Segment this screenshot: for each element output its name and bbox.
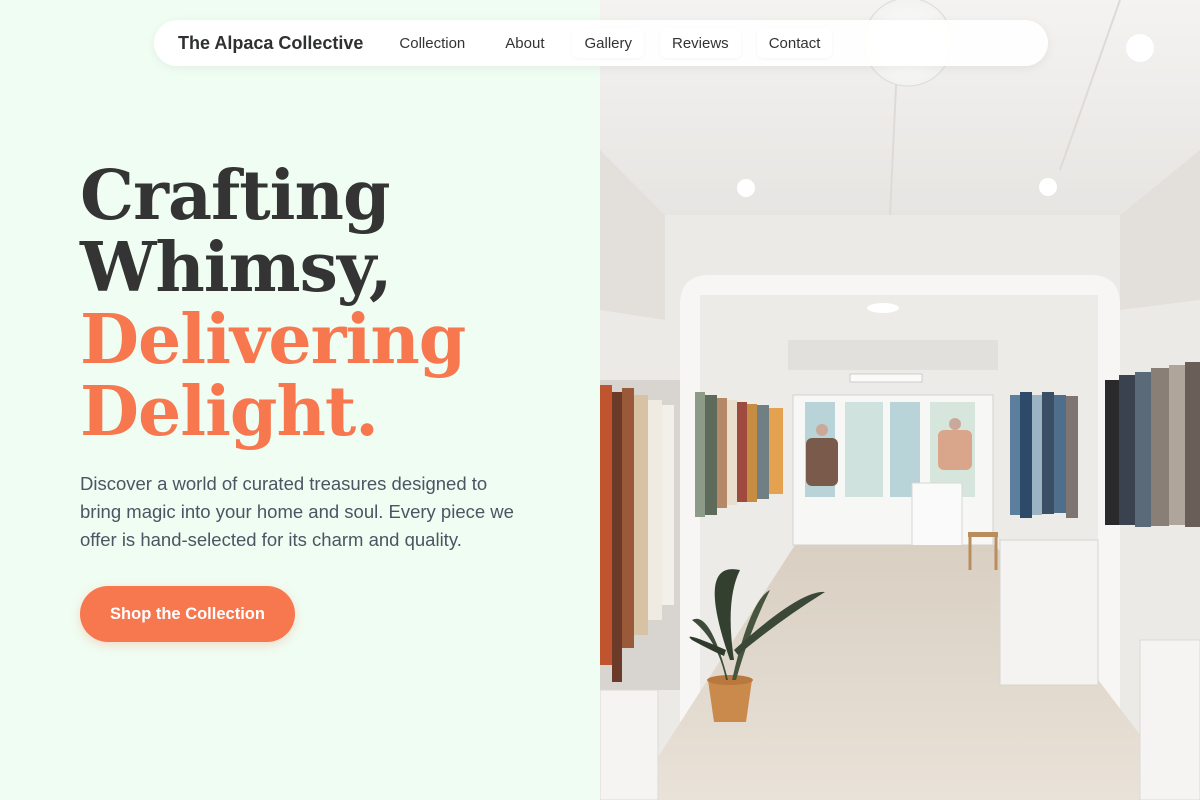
headline-line-3: Delivering <box>80 300 466 380</box>
nav-link-reviews[interactable]: Reviews <box>660 28 741 58</box>
headline-line-4: Delight. <box>80 372 379 452</box>
main-navigation: The Alpaca Collective Collection About G… <box>154 20 1048 66</box>
nav-link-gallery[interactable]: Gallery <box>572 28 644 58</box>
headline-line-2: Whimsy, <box>80 228 393 308</box>
hero-section: Crafting Whimsy, Delivering Delight. Dis… <box>0 0 600 800</box>
brand-logo-text[interactable]: The Alpaca Collective <box>178 33 363 54</box>
headline-line-1: Crafting <box>80 156 391 236</box>
nav-link-about[interactable]: About <box>493 28 556 58</box>
nav-link-collection[interactable]: Collection <box>387 28 477 58</box>
nav-link-contact[interactable]: Contact <box>756 28 833 58</box>
hero-headline: Crafting Whimsy, Delivering Delight. <box>80 156 466 452</box>
shop-collection-button[interactable]: Shop the Collection <box>80 586 295 642</box>
hero-description: Discover a world of curated treasures de… <box>80 473 514 550</box>
store-interior-illustration <box>600 0 1200 800</box>
store-interior-photo <box>600 0 1200 800</box>
nav-links: Collection About Gallery Reviews Contact <box>387 28 848 58</box>
